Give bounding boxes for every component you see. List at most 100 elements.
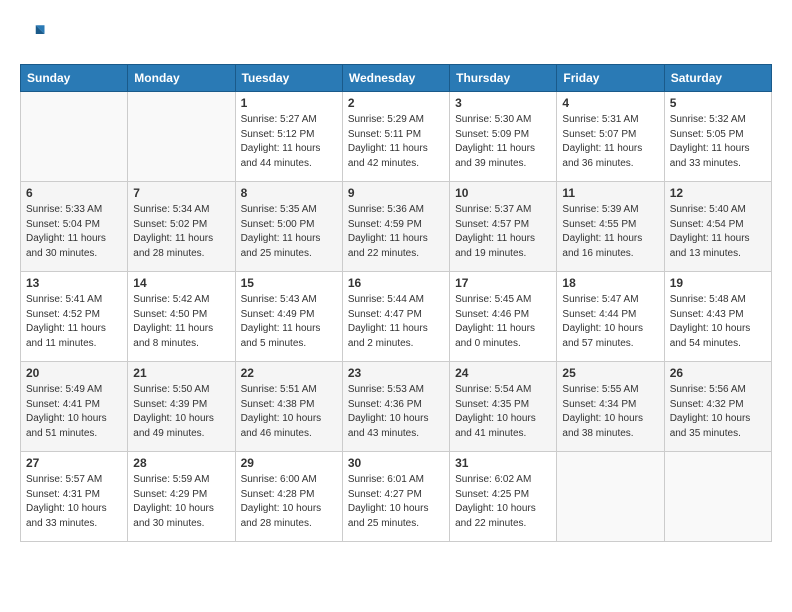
calendar-day-header: Sunday bbox=[21, 65, 128, 92]
calendar-day-header: Saturday bbox=[664, 65, 771, 92]
day-number: 20 bbox=[26, 366, 122, 380]
day-info: Sunrise: 5:30 AM Sunset: 5:09 PM Dayligh… bbox=[455, 113, 551, 171]
day-info: Sunrise: 5:33 AM Sunset: 5:04 PM Dayligh… bbox=[26, 203, 122, 261]
day-number: 13 bbox=[26, 276, 122, 290]
day-number: 17 bbox=[455, 276, 551, 290]
calendar-cell: 16Sunrise: 5:44 AM Sunset: 4:47 PM Dayli… bbox=[342, 272, 449, 362]
calendar-day-header: Tuesday bbox=[235, 65, 342, 92]
calendar-week-row: 13 Sunrise: 5:41 AM Sunset: 4:52 PM Dayli… bbox=[21, 272, 772, 362]
calendar-cell: 11Sunrise: 5:39 AM Sunset: 4:55 PM Dayli… bbox=[557, 182, 664, 272]
day-number: 6 bbox=[26, 186, 122, 200]
calendar-cell: 28 Sunrise: 5:59 AM Sunset: 4:29 PM Dayli… bbox=[128, 452, 235, 542]
day-number: 25 bbox=[562, 366, 658, 380]
day-number: 27 bbox=[26, 456, 122, 470]
calendar-cell: 15 Sunrise: 5:43 AM Sunset: 4:49 PM Dayli… bbox=[235, 272, 342, 362]
day-number: 2 bbox=[348, 96, 444, 110]
day-info: Sunrise: 5:39 AM Sunset: 4:55 PM Dayligh… bbox=[562, 203, 658, 261]
calendar-cell: 3 Sunrise: 5:30 AM Sunset: 5:09 PM Daylig… bbox=[450, 92, 557, 182]
logo-icon bbox=[20, 20, 48, 48]
day-number: 1 bbox=[241, 96, 337, 110]
calendar-cell: 5 Sunrise: 5:32 AM Sunset: 5:05 PM Daylig… bbox=[664, 92, 771, 182]
day-info: Sunrise: 5:34 AM Sunset: 5:02 PM Dayligh… bbox=[133, 203, 229, 261]
calendar-header-row: SundayMondayTuesdayWednesdayThursdayFrid… bbox=[21, 65, 772, 92]
calendar-cell: 22Sunrise: 5:51 AM Sunset: 4:38 PM Dayli… bbox=[235, 362, 342, 452]
calendar-body: 1 Sunrise: 5:27 AM Sunset: 5:12 PM Daylig… bbox=[21, 92, 772, 542]
day-info: Sunrise: 5:40 AM Sunset: 4:54 PM Dayligh… bbox=[670, 203, 766, 261]
day-number: 14 bbox=[133, 276, 229, 290]
calendar-cell: 8Sunrise: 5:35 AM Sunset: 5:00 PM Daylig… bbox=[235, 182, 342, 272]
calendar-cell: 25Sunrise: 5:55 AM Sunset: 4:34 PM Dayli… bbox=[557, 362, 664, 452]
calendar-week-row: 27 Sunrise: 5:57 AM Sunset: 4:31 PM Dayli… bbox=[21, 452, 772, 542]
day-number: 10 bbox=[455, 186, 551, 200]
day-number: 19 bbox=[670, 276, 766, 290]
day-number: 23 bbox=[348, 366, 444, 380]
day-number: 30 bbox=[348, 456, 444, 470]
calendar-day-header: Monday bbox=[128, 65, 235, 92]
day-info: Sunrise: 5:53 AM Sunset: 4:36 PM Dayligh… bbox=[348, 383, 444, 441]
calendar-day-header: Wednesday bbox=[342, 65, 449, 92]
calendar-cell: 10 Sunrise: 5:37 AM Sunset: 4:57 PM Dayli… bbox=[450, 182, 557, 272]
calendar-cell: 27 Sunrise: 5:57 AM Sunset: 4:31 PM Dayli… bbox=[21, 452, 128, 542]
day-number: 4 bbox=[562, 96, 658, 110]
day-number: 31 bbox=[455, 456, 551, 470]
day-number: 28 bbox=[133, 456, 229, 470]
calendar-cell: 17 Sunrise: 5:45 AM Sunset: 4:46 PM Dayli… bbox=[450, 272, 557, 362]
day-number: 12 bbox=[670, 186, 766, 200]
calendar-cell: 14 Sunrise: 5:42 AM Sunset: 4:50 PM Dayli… bbox=[128, 272, 235, 362]
day-number: 15 bbox=[241, 276, 337, 290]
day-info: Sunrise: 6:01 AM Sunset: 4:27 PM Dayligh… bbox=[348, 473, 444, 531]
day-number: 18 bbox=[562, 276, 658, 290]
calendar-cell: 30 Sunrise: 6:01 AM Sunset: 4:27 PM Dayli… bbox=[342, 452, 449, 542]
calendar-cell: 4Sunrise: 5:31 AM Sunset: 5:07 PM Daylig… bbox=[557, 92, 664, 182]
calendar-cell: 6 Sunrise: 5:33 AM Sunset: 5:04 PM Daylig… bbox=[21, 182, 128, 272]
calendar-cell: 20 Sunrise: 5:49 AM Sunset: 4:41 PM Dayli… bbox=[21, 362, 128, 452]
day-info: Sunrise: 5:51 AM Sunset: 4:38 PM Dayligh… bbox=[241, 383, 337, 441]
calendar-table: SundayMondayTuesdayWednesdayThursdayFrid… bbox=[20, 64, 772, 542]
day-info: Sunrise: 5:29 AM Sunset: 5:11 PM Dayligh… bbox=[348, 113, 444, 171]
day-info: Sunrise: 5:48 AM Sunset: 4:43 PM Dayligh… bbox=[670, 293, 766, 351]
day-number: 9 bbox=[348, 186, 444, 200]
day-info: Sunrise: 5:54 AM Sunset: 4:35 PM Dayligh… bbox=[455, 383, 551, 441]
day-number: 3 bbox=[455, 96, 551, 110]
calendar-cell: 2 Sunrise: 5:29 AM Sunset: 5:11 PM Daylig… bbox=[342, 92, 449, 182]
day-info: Sunrise: 6:02 AM Sunset: 4:25 PM Dayligh… bbox=[455, 473, 551, 531]
calendar-cell: 26 Sunrise: 5:56 AM Sunset: 4:32 PM Dayli… bbox=[664, 362, 771, 452]
calendar-cell bbox=[557, 452, 664, 542]
calendar-cell: 21Sunrise: 5:50 AM Sunset: 4:39 PM Dayli… bbox=[128, 362, 235, 452]
day-number: 21 bbox=[133, 366, 229, 380]
day-number: 26 bbox=[670, 366, 766, 380]
day-info: Sunrise: 5:47 AM Sunset: 4:44 PM Dayligh… bbox=[562, 293, 658, 351]
calendar-cell: 24 Sunrise: 5:54 AM Sunset: 4:35 PM Dayli… bbox=[450, 362, 557, 452]
calendar-cell: 19 Sunrise: 5:48 AM Sunset: 4:43 PM Dayli… bbox=[664, 272, 771, 362]
day-number: 7 bbox=[133, 186, 229, 200]
calendar-week-row: 6 Sunrise: 5:33 AM Sunset: 5:04 PM Daylig… bbox=[21, 182, 772, 272]
logo bbox=[20, 20, 52, 48]
day-info: Sunrise: 5:42 AM Sunset: 4:50 PM Dayligh… bbox=[133, 293, 229, 351]
day-info: Sunrise: 5:41 AM Sunset: 4:52 PM Dayligh… bbox=[26, 293, 122, 351]
calendar-day-header: Thursday bbox=[450, 65, 557, 92]
calendar-header: SundayMondayTuesdayWednesdayThursdayFrid… bbox=[21, 65, 772, 92]
calendar-cell bbox=[664, 452, 771, 542]
day-info: Sunrise: 5:37 AM Sunset: 4:57 PM Dayligh… bbox=[455, 203, 551, 261]
calendar-cell: 13 Sunrise: 5:41 AM Sunset: 4:52 PM Dayli… bbox=[21, 272, 128, 362]
calendar-cell: 29Sunrise: 6:00 AM Sunset: 4:28 PM Dayli… bbox=[235, 452, 342, 542]
day-info: Sunrise: 5:59 AM Sunset: 4:29 PM Dayligh… bbox=[133, 473, 229, 531]
calendar-cell: 23 Sunrise: 5:53 AM Sunset: 4:36 PM Dayli… bbox=[342, 362, 449, 452]
calendar-cell: 12 Sunrise: 5:40 AM Sunset: 4:54 PM Dayli… bbox=[664, 182, 771, 272]
calendar-cell: 31 Sunrise: 6:02 AM Sunset: 4:25 PM Dayli… bbox=[450, 452, 557, 542]
calendar-cell: 18 Sunrise: 5:47 AM Sunset: 4:44 PM Dayli… bbox=[557, 272, 664, 362]
day-info: Sunrise: 5:56 AM Sunset: 4:32 PM Dayligh… bbox=[670, 383, 766, 441]
calendar-cell bbox=[21, 92, 128, 182]
day-number: 29 bbox=[241, 456, 337, 470]
day-info: Sunrise: 5:57 AM Sunset: 4:31 PM Dayligh… bbox=[26, 473, 122, 531]
day-info: Sunrise: 5:43 AM Sunset: 4:49 PM Dayligh… bbox=[241, 293, 337, 351]
day-number: 16 bbox=[348, 276, 444, 290]
day-number: 24 bbox=[455, 366, 551, 380]
day-info: Sunrise: 5:45 AM Sunset: 4:46 PM Dayligh… bbox=[455, 293, 551, 351]
day-info: Sunrise: 5:27 AM Sunset: 5:12 PM Dayligh… bbox=[241, 113, 337, 171]
day-info: Sunrise: 5:32 AM Sunset: 5:05 PM Dayligh… bbox=[670, 113, 766, 171]
day-number: 5 bbox=[670, 96, 766, 110]
day-info: Sunrise: 5:49 AM Sunset: 4:41 PM Dayligh… bbox=[26, 383, 122, 441]
calendar-cell: 1 Sunrise: 5:27 AM Sunset: 5:12 PM Daylig… bbox=[235, 92, 342, 182]
calendar-week-row: 1 Sunrise: 5:27 AM Sunset: 5:12 PM Daylig… bbox=[21, 92, 772, 182]
